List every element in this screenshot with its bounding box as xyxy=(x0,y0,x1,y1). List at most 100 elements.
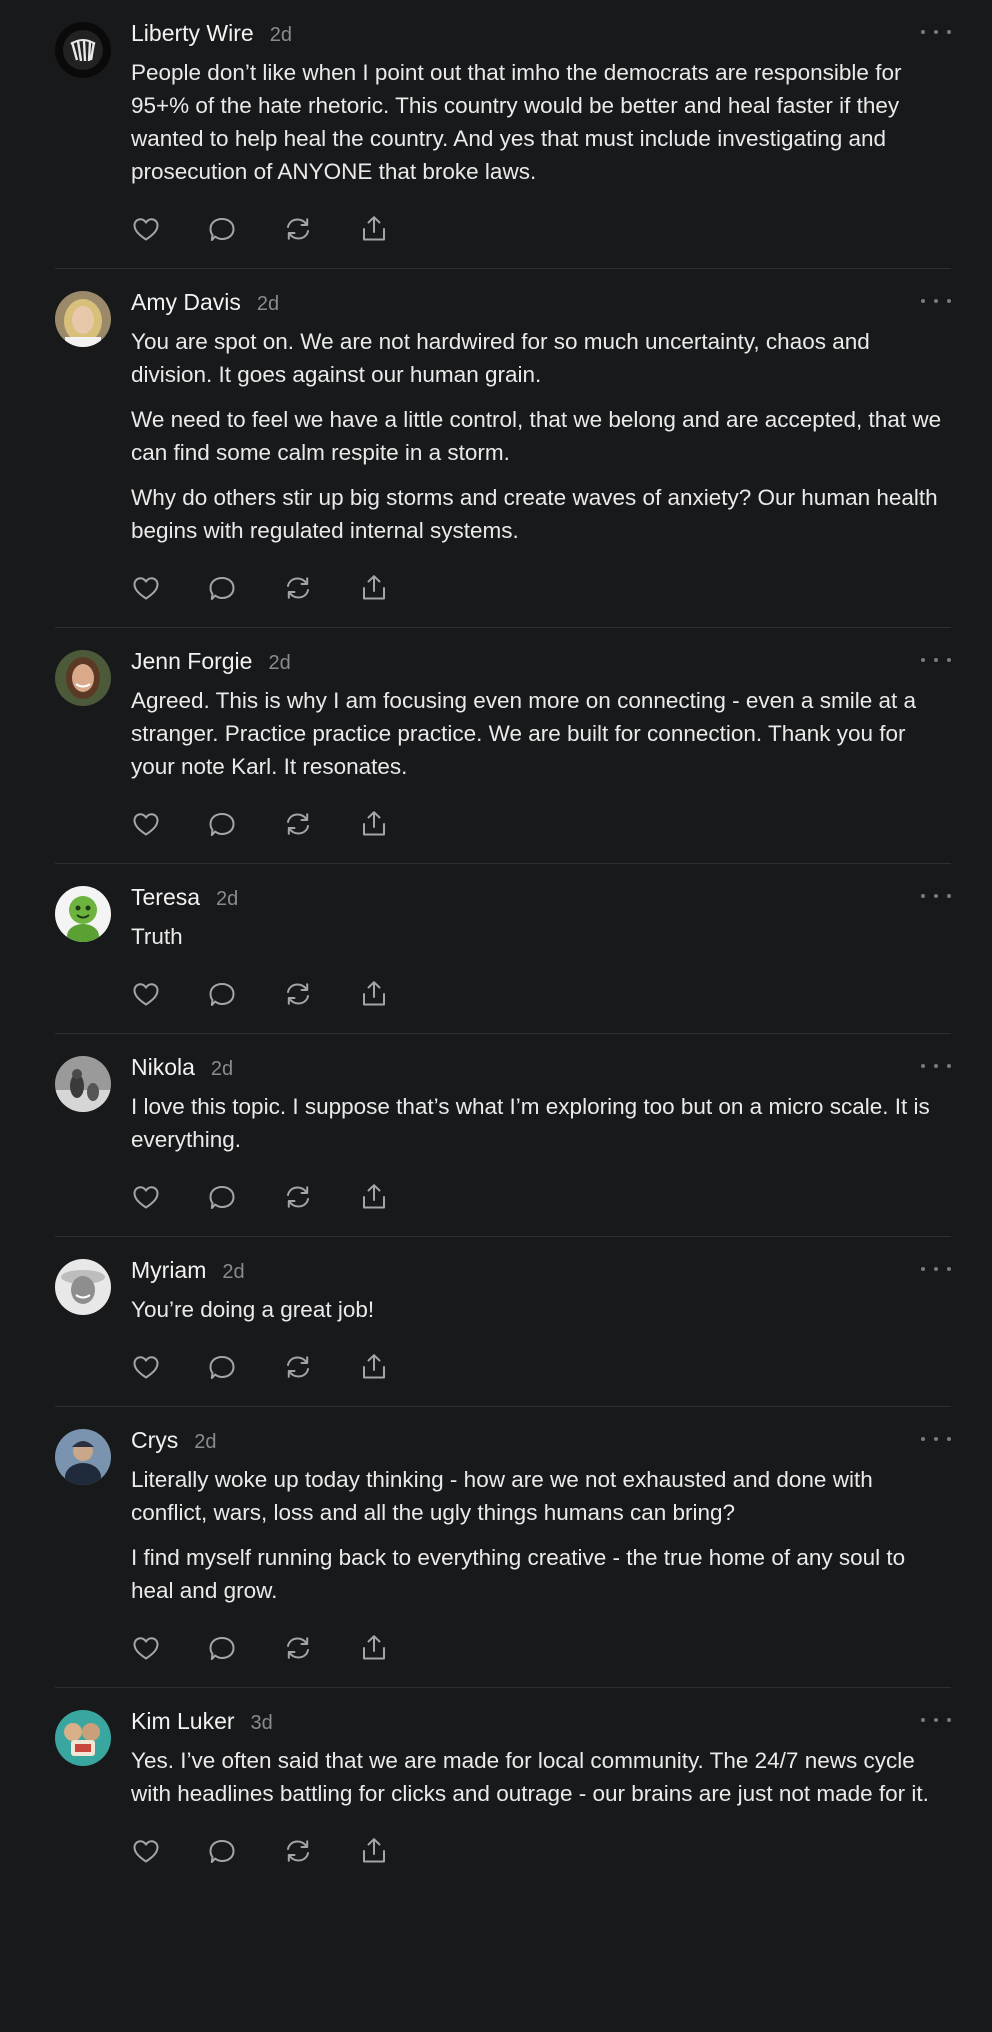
comment-text: Truth xyxy=(131,920,951,953)
comment-actions xyxy=(131,809,951,839)
comment-header: Amy Davis 2d xyxy=(131,289,951,321)
restack-icon[interactable] xyxy=(283,809,313,839)
comment-body: Crys 2d Literally woke up today thinking… xyxy=(131,1427,951,1663)
timestamp[interactable]: 2d xyxy=(257,293,279,316)
reply-icon[interactable] xyxy=(207,979,237,1009)
timestamp[interactable]: 3d xyxy=(251,1712,273,1735)
like-icon[interactable] xyxy=(131,809,161,839)
more-options-icon[interactable] xyxy=(921,291,951,311)
comment-header: Nikola 2d xyxy=(131,1054,951,1086)
timestamp[interactable]: 2d xyxy=(222,1261,244,1284)
reply-icon[interactable] xyxy=(207,1633,237,1663)
comment-body: Teresa 2d Truth xyxy=(131,884,951,1009)
comment-4: Nikola 2d I love this topic. I suppose t… xyxy=(55,1034,951,1237)
comment-body: Jenn Forgie 2d Agreed. This is why I am … xyxy=(131,648,951,839)
teresa-green-figure[interactable] xyxy=(55,886,111,942)
share-icon[interactable] xyxy=(359,1836,389,1866)
comment-actions xyxy=(131,1182,951,1212)
comment-actions xyxy=(131,1836,951,1866)
share-icon[interactable] xyxy=(359,214,389,244)
comment-2: Jenn Forgie 2d Agreed. This is why I am … xyxy=(55,628,951,864)
more-options-icon[interactable] xyxy=(921,22,951,42)
author-name[interactable]: Amy Davis xyxy=(131,289,241,316)
restack-icon[interactable] xyxy=(283,1352,313,1382)
comment-actions xyxy=(131,214,951,244)
like-icon[interactable] xyxy=(131,1836,161,1866)
like-icon[interactable] xyxy=(131,979,161,1009)
author-name[interactable]: Myriam xyxy=(131,1257,206,1284)
reply-icon[interactable] xyxy=(207,573,237,603)
jenn-forgie-photo[interactable] xyxy=(55,650,111,706)
comment-text: You are spot on. We are not hardwired fo… xyxy=(131,325,951,547)
restack-icon[interactable] xyxy=(283,573,313,603)
more-options-icon[interactable] xyxy=(921,1056,951,1076)
share-icon[interactable] xyxy=(359,573,389,603)
restack-icon[interactable] xyxy=(283,1836,313,1866)
timestamp[interactable]: 2d xyxy=(268,652,290,675)
comment-paragraph: Yes. I’ve often said that we are made fo… xyxy=(131,1748,929,1806)
comment-5: Myriam 2d You’re doing a great job! xyxy=(55,1237,951,1407)
timestamp[interactable]: 2d xyxy=(216,888,238,911)
like-icon[interactable] xyxy=(131,573,161,603)
restack-icon[interactable] xyxy=(283,1182,313,1212)
like-icon[interactable] xyxy=(131,1352,161,1382)
comment-text: Yes. I’ve often said that we are made fo… xyxy=(131,1744,951,1810)
author-name[interactable]: Crys xyxy=(131,1427,178,1454)
share-icon[interactable] xyxy=(359,809,389,839)
more-options-icon[interactable] xyxy=(921,650,951,670)
myriam-bw-photo[interactable] xyxy=(55,1259,111,1315)
author-name[interactable]: Kim Luker xyxy=(131,1708,235,1735)
comment-actions xyxy=(131,573,951,603)
comment-paragraph: I find myself running back to everything… xyxy=(131,1545,906,1603)
reply-icon[interactable] xyxy=(207,1836,237,1866)
author-name[interactable]: Nikola xyxy=(131,1054,195,1081)
comment-paragraph: Why do others stir up big storms and cre… xyxy=(131,485,938,543)
reply-icon[interactable] xyxy=(207,809,237,839)
comment-text: I love this topic. I suppose that’s what… xyxy=(131,1090,951,1156)
reply-icon[interactable] xyxy=(207,1352,237,1382)
comment-paragraph: Truth xyxy=(131,924,183,949)
restack-icon[interactable] xyxy=(283,979,313,1009)
author-name[interactable]: Jenn Forgie xyxy=(131,648,252,675)
timestamp[interactable]: 2d xyxy=(270,24,292,47)
comment-text: Agreed. This is why I am focusing even m… xyxy=(131,684,951,783)
more-options-icon[interactable] xyxy=(921,1259,951,1279)
comment-paragraph: Literally woke up today thinking - how a… xyxy=(131,1467,873,1525)
restack-icon[interactable] xyxy=(283,1633,313,1663)
like-icon[interactable] xyxy=(131,1633,161,1663)
comment-paragraph: People don’t like when I point out that … xyxy=(131,60,902,184)
more-options-icon[interactable] xyxy=(921,1710,951,1730)
comment-body: Liberty Wire 2d People don’t like when I… xyxy=(131,20,951,244)
timestamp[interactable]: 2d xyxy=(211,1058,233,1081)
comment-1: Amy Davis 2d You are spot on. We are not… xyxy=(55,269,951,628)
liberty-wire-logo[interactable] xyxy=(55,22,111,78)
more-options-icon[interactable] xyxy=(921,886,951,906)
comment-header: Liberty Wire 2d xyxy=(131,20,951,52)
amy-davis-photo[interactable] xyxy=(55,291,111,347)
comment-body: Nikola 2d I love this topic. I suppose t… xyxy=(131,1054,951,1212)
comment-body: Kim Luker 3d Yes. I’ve often said that w… xyxy=(131,1708,951,1866)
reply-icon[interactable] xyxy=(207,214,237,244)
comment-0: Liberty Wire 2d People don’t like when I… xyxy=(55,0,951,269)
comment-body: Myriam 2d You’re doing a great job! xyxy=(131,1257,951,1382)
comment-actions xyxy=(131,1352,951,1382)
crys-photo[interactable] xyxy=(55,1429,111,1485)
like-icon[interactable] xyxy=(131,214,161,244)
more-options-icon[interactable] xyxy=(921,1429,951,1449)
author-name[interactable]: Teresa xyxy=(131,884,200,911)
share-icon[interactable] xyxy=(359,1182,389,1212)
share-icon[interactable] xyxy=(359,1352,389,1382)
comment-7: Kim Luker 3d Yes. I’ve often said that w… xyxy=(55,1688,951,1890)
author-name[interactable]: Liberty Wire xyxy=(131,20,254,47)
nikola-bw-photo[interactable] xyxy=(55,1056,111,1112)
restack-icon[interactable] xyxy=(283,214,313,244)
comment-header: Crys 2d xyxy=(131,1427,951,1459)
comment-6: Crys 2d Literally woke up today thinking… xyxy=(55,1407,951,1688)
like-icon[interactable] xyxy=(131,1182,161,1212)
kim-luker-photo[interactable] xyxy=(55,1710,111,1766)
reply-icon[interactable] xyxy=(207,1182,237,1212)
share-icon[interactable] xyxy=(359,979,389,1009)
share-icon[interactable] xyxy=(359,1633,389,1663)
comment-3: Teresa 2d Truth xyxy=(55,864,951,1034)
timestamp[interactable]: 2d xyxy=(194,1431,216,1454)
